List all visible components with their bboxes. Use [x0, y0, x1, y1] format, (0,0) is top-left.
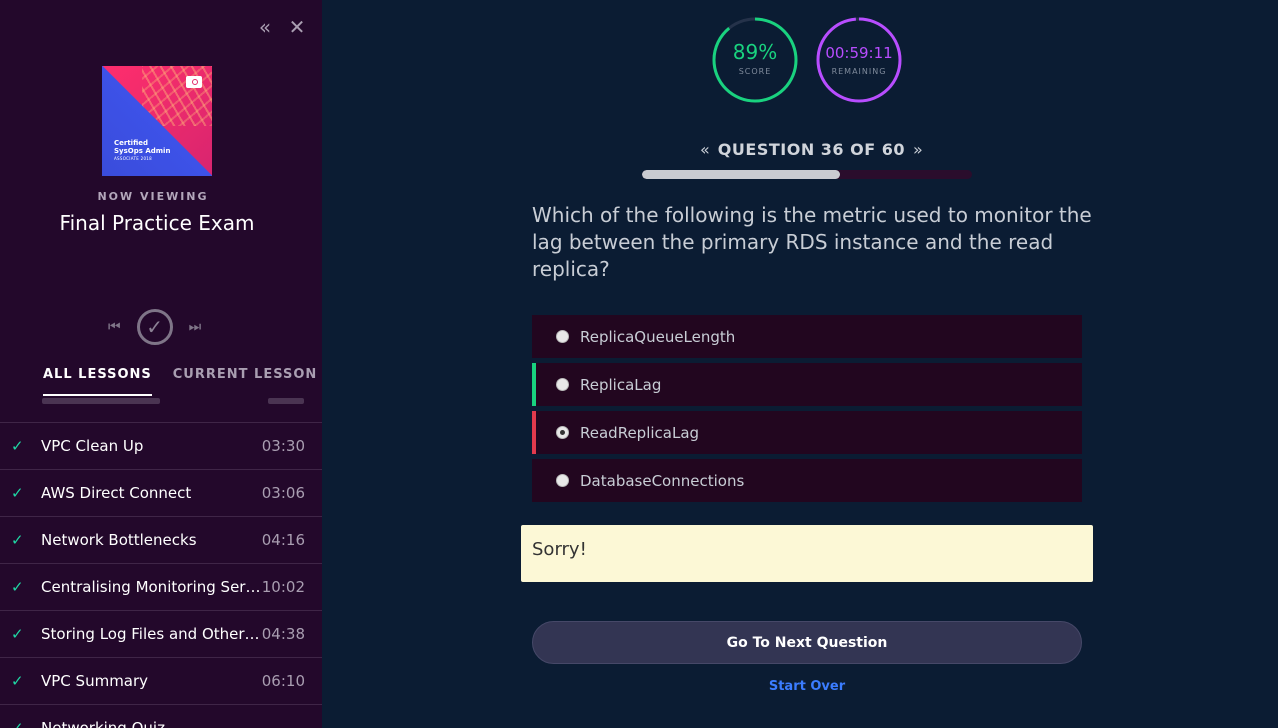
radio-button[interactable]: [556, 378, 569, 391]
checkmark-icon: ✓: [146, 315, 163, 339]
check-icon: ✓: [11, 578, 24, 596]
check-icon: ✓: [11, 719, 24, 728]
sidebar: « ✕ Certified SysOps Admin ASSOCIATE 201…: [0, 0, 322, 728]
exam-progress-bar: [642, 170, 972, 179]
clipped-duration: [268, 398, 304, 404]
cover-logo: [186, 76, 202, 88]
tab-current-lesson[interactable]: CURRENT LESSON: [173, 367, 318, 396]
start-over-link[interactable]: Start Over: [532, 679, 1082, 694]
cover-line-1: Certified: [114, 139, 149, 147]
list-item[interactable]: ✓ AWS Direct Connect 03:06: [0, 470, 322, 517]
question-text: Which of the following is the metric use…: [532, 203, 1092, 281]
lesson-title: Final Practice Exam: [59, 211, 255, 235]
double-chevron-left-icon[interactable]: «: [254, 16, 276, 38]
answer-option[interactable]: ReplicaQueueLength: [532, 315, 1082, 358]
answer-list: ReplicaQueueLength ReplicaLag ReadReplic…: [532, 315, 1082, 507]
list-item[interactable]: ✓ VPC Summary 06:10: [0, 658, 322, 705]
radio-button[interactable]: [556, 474, 569, 487]
answer-option[interactable]: DatabaseConnections: [532, 459, 1082, 502]
lesson-duration: 03:30: [261, 437, 305, 455]
next-question-icon[interactable]: »: [913, 140, 923, 159]
lesson-name: AWS Direct Connect: [41, 484, 192, 502]
score-gauge: 89% SCORE: [711, 16, 799, 104]
answer-option-wrong[interactable]: ReadReplicaLag: [532, 411, 1082, 454]
previous-question-icon[interactable]: «: [700, 140, 710, 159]
lesson-name: Centralising Monitoring Servers: [41, 578, 261, 596]
lesson-name: VPC Summary: [41, 672, 149, 690]
close-icon[interactable]: ✕: [286, 16, 308, 38]
feedback-text: Sorry!: [532, 539, 587, 560]
course-cover-image: Certified SysOps Admin ASSOCIATE 2018: [102, 66, 212, 176]
lesson-duration: 04:16: [261, 531, 305, 549]
mark-complete-button[interactable]: ✓: [136, 309, 173, 345]
question-counter: QUESTION 36 OF 60: [717, 140, 905, 159]
lesson-player-controls: ⏮ ✓ ⏭: [108, 309, 201, 345]
score-value: 89%: [732, 40, 778, 64]
list-item[interactable]: ✓ Networking Quiz: [0, 705, 322, 728]
radio-button-selected[interactable]: [556, 426, 569, 439]
sidebar-controls: « ✕: [254, 16, 308, 38]
cover-line-2: SysOps Admin: [114, 147, 171, 155]
lesson-name: Networking Quiz: [41, 719, 165, 728]
lesson-duration: 04:38: [261, 625, 305, 643]
score-label: SCORE: [738, 67, 772, 76]
list-item[interactable]: ✓ Storing Log Files and Other Ba... 04:3…: [0, 611, 322, 658]
lesson-duration: 03:06: [261, 484, 305, 502]
answer-text: ReplicaQueueLength: [580, 327, 736, 346]
lesson-name: VPC Clean Up: [41, 437, 144, 455]
answer-text: DatabaseConnections: [580, 471, 745, 490]
radio-button[interactable]: [556, 330, 569, 343]
cover-title: Certified SysOps Admin: [114, 139, 170, 155]
time-remaining-value: 00:59:11: [825, 44, 893, 62]
skip-next-icon[interactable]: ⏭: [189, 319, 202, 335]
lesson-list: ✓ VPC Clean Up 03:30 ✓ AWS Direct Connec…: [0, 398, 322, 728]
exam-progress-fill: [642, 170, 840, 179]
answer-option-correct[interactable]: ReplicaLag: [532, 363, 1082, 406]
check-icon: ✓: [11, 484, 24, 502]
list-item[interactable]: ✓ Centralising Monitoring Servers 10:02: [0, 564, 322, 611]
next-question-button[interactable]: Go To Next Question: [532, 621, 1082, 664]
list-item-partial: [0, 398, 322, 423]
skip-previous-icon[interactable]: ⏮: [108, 319, 121, 335]
check-icon: ✓: [11, 437, 24, 455]
check-icon: ✓: [11, 531, 24, 549]
check-icon: ✓: [11, 625, 24, 643]
lesson-tabs: ALL LESSONS CURRENT LESSON: [43, 367, 317, 396]
lesson-duration: 10:02: [261, 578, 305, 596]
tab-all-lessons[interactable]: ALL LESSONS: [43, 367, 152, 396]
cover-line-3: ASSOCIATE 2018: [114, 156, 152, 161]
feedback-box: Sorry!: [521, 525, 1093, 582]
lesson-name: Storing Log Files and Other Ba...: [41, 625, 261, 643]
check-icon: ✓: [11, 672, 24, 690]
question-navigation: « QUESTION 36 OF 60 »: [700, 140, 923, 159]
lesson-duration: 06:10: [261, 672, 305, 690]
time-remaining-label: REMAINING: [831, 67, 887, 76]
clipped-text: [42, 398, 160, 404]
now-viewing-label: NOW VIEWING: [97, 190, 209, 203]
lesson-name: Network Bottlenecks: [41, 531, 197, 549]
time-gauge: 00:59:11 REMAINING: [815, 16, 903, 104]
answer-text: ReadReplicaLag: [580, 423, 700, 442]
list-item[interactable]: ✓ VPC Clean Up 03:30: [0, 423, 322, 470]
answer-text: ReplicaLag: [580, 375, 662, 394]
list-item[interactable]: ✓ Network Bottlenecks 04:16: [0, 517, 322, 564]
